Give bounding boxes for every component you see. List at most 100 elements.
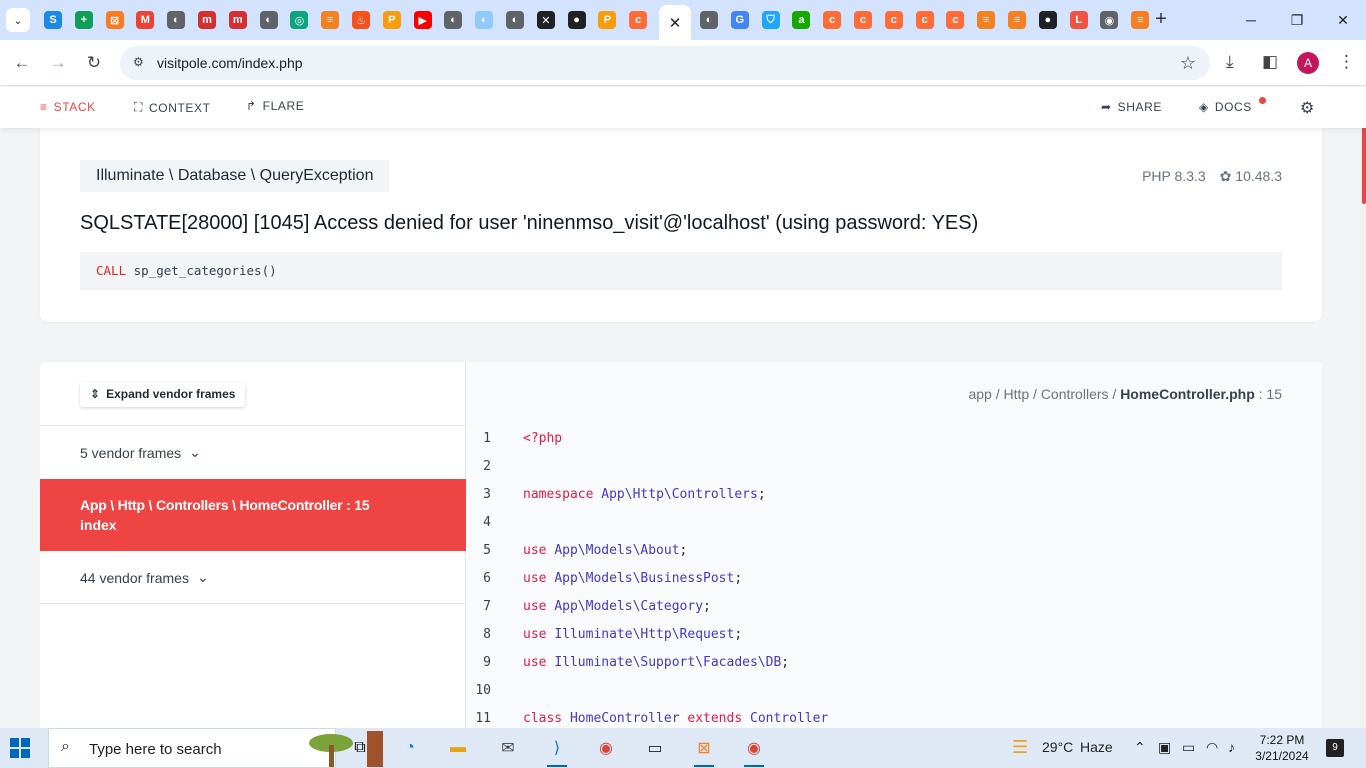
- share-button[interactable]: ➦ SHARE: [1101, 100, 1162, 114]
- youtube-icon[interactable]: ▶: [413, 11, 432, 29]
- xampp-icon[interactable]: ⊠: [690, 734, 718, 767]
- exception-card: Illuminate \ Database \ QueryException P…: [40, 128, 1322, 322]
- chrome-profile-icon[interactable]: ◉: [740, 734, 768, 767]
- x-icon[interactable]: ✕: [536, 11, 555, 29]
- file-explorer-icon[interactable]: ▬: [444, 734, 472, 762]
- profile-avatar[interactable]: A: [1297, 52, 1319, 74]
- menu-kebab-icon[interactable]: ⋮: [1338, 52, 1355, 72]
- terminal-icon[interactable]: ▭: [641, 734, 669, 762]
- close-tab-icon[interactable]: ✕: [669, 14, 682, 32]
- xampp-icon[interactable]: ⊠: [105, 11, 124, 29]
- phpmyadmin-icon[interactable]: P: [382, 11, 401, 29]
- new-tab-button[interactable]: +: [1151, 9, 1171, 29]
- docs-button[interactable]: ◈ DOCS: [1199, 100, 1252, 114]
- meet-now-icon[interactable]: ▣: [1158, 739, 1171, 756]
- weather-text[interactable]: Haze: [1080, 739, 1113, 755]
- stackoverflow-icon[interactable]: ≡: [321, 11, 340, 29]
- file-name: HomeController.php: [1120, 386, 1255, 402]
- google-icon[interactable]: G: [730, 11, 749, 29]
- chatgpt-icon[interactable]: ◎: [290, 11, 309, 29]
- list-icon: ≡: [40, 100, 48, 114]
- address-bar[interactable]: ⚙ visitpole.com/index.php ☆: [120, 46, 1210, 80]
- system-clock[interactable]: 7:22 PM 3/21/2024: [1252, 732, 1312, 764]
- upwork-icon[interactable]: a: [792, 11, 811, 29]
- forward-icon[interactable]: →: [46, 51, 70, 75]
- download-icon[interactable]: ⤓: [1226, 52, 1234, 72]
- makemytrip-icon[interactable]: m: [228, 11, 247, 29]
- code-text: use App\Models\About;: [523, 537, 687, 565]
- battery-icon[interactable]: ▭: [1182, 739, 1195, 756]
- settings-gear-icon[interactable]: ⚙: [1300, 98, 1315, 118]
- file-path[interactable]: app / Http / Controllers / HomeControlle…: [968, 386, 1282, 402]
- fire-icon[interactable]: ♨: [352, 11, 370, 29]
- nav-context[interactable]: ⛶ CONTEXT: [134, 100, 211, 115]
- weather-haze-icon[interactable]: ☰: [1012, 737, 1028, 758]
- site-info-icon[interactable]: ⚙: [133, 55, 144, 69]
- postman-icon[interactable]: c: [915, 11, 934, 29]
- vendor-frames-label: 44 vendor frames: [80, 569, 189, 586]
- line-number: 1: [483, 431, 491, 446]
- postman-icon[interactable]: c: [854, 11, 872, 29]
- postman-icon[interactable]: c: [823, 11, 842, 29]
- globe-icon[interactable]: ◐: [475, 11, 494, 29]
- chrome-icon[interactable]: ◉: [592, 734, 620, 762]
- code-text: use Illuminate\Http\Request;: [523, 621, 742, 649]
- url-text[interactable]: visitpole.com/index.php: [157, 55, 303, 71]
- back-icon[interactable]: ←: [10, 51, 34, 75]
- show-hidden-icons-chevron-icon[interactable]: ⌃: [1134, 739, 1146, 756]
- browser-tab-strip: ⌄ S + ⊠ M ◐ m m ◐ ◎ ≡ ♨ P ▶ ◐ ◐ ◐ ✕ ● Pc ✕ ◐ G ⛉ a c c c c c ≡ ≡ ● L ◉ ≡…: [0, 0, 1366, 40]
- vscode-icon[interactable]: ⟩: [543, 734, 571, 767]
- expand-vendor-frames-button[interactable]: ⇕ Expand vendor frames: [80, 382, 246, 407]
- vendor-frames-label: 5 vendor frames: [80, 444, 182, 461]
- github-icon[interactable]: ●: [1038, 11, 1057, 29]
- side-panel-icon[interactable]: ◧: [1262, 52, 1278, 72]
- reload-icon[interactable]: ↻: [82, 51, 106, 75]
- postman-icon[interactable]: c: [629, 11, 648, 29]
- stackoverflow-icon[interactable]: ≡: [1131, 11, 1150, 29]
- active-stack-frame[interactable]: App \ Http \ Controllers \ HomeControlle…: [40, 479, 466, 551]
- postman-icon[interactable]: c: [946, 11, 965, 29]
- laravel-icon[interactable]: L: [1069, 11, 1088, 29]
- phpmyadmin-icon[interactable]: P: [598, 11, 617, 29]
- volume-icon[interactable]: ♪: [1228, 739, 1235, 755]
- stackoverflow-icon[interactable]: ≡: [977, 11, 996, 29]
- notification-badge[interactable]: 9: [1326, 739, 1344, 757]
- postman-icon[interactable]: c: [884, 11, 903, 29]
- minimize-icon[interactable]: ─: [1236, 8, 1266, 32]
- code-text: <?php: [523, 425, 562, 453]
- gmail-icon[interactable]: M: [136, 11, 155, 29]
- vendor-frames-toggle-top[interactable]: 5 vendor frames ⌄: [80, 444, 201, 461]
- code-token: App\Http\Controllers: [601, 487, 758, 502]
- code-token: ;: [757, 487, 766, 502]
- task-view-icon[interactable]: ⧉: [346, 734, 374, 762]
- chrome-icon[interactable]: ◉: [1100, 11, 1119, 29]
- globe-icon[interactable]: ◐: [444, 11, 463, 29]
- nav-context-label: CONTEXT: [149, 100, 211, 115]
- globe-icon[interactable]: ◐: [700, 11, 718, 29]
- docs-label: DOCS: [1214, 100, 1252, 114]
- globe-icon[interactable]: ◐: [259, 11, 278, 29]
- github-icon[interactable]: ●: [567, 11, 586, 29]
- globe-icon[interactable]: ◐: [506, 11, 524, 29]
- nav-flare[interactable]: ↱ FLARE: [246, 99, 304, 113]
- wifi-icon[interactable]: ◠: [1206, 739, 1218, 756]
- sheets-icon[interactable]: +: [74, 11, 93, 29]
- edge-icon[interactable]: ◔: [396, 734, 424, 762]
- weather-temp[interactable]: 29°C: [1042, 739, 1073, 755]
- shield-icon[interactable]: ⛉: [761, 11, 780, 29]
- stackoverflow-icon[interactable]: ≡: [1008, 11, 1026, 29]
- globe-icon[interactable]: ◐: [167, 11, 186, 29]
- makemytrip-icon[interactable]: m: [198, 11, 216, 29]
- google-sheets-icon[interactable]: S: [44, 11, 62, 29]
- mail-icon[interactable]: ✉: [494, 734, 522, 762]
- close-window-icon[interactable]: ✕: [1328, 8, 1358, 32]
- restore-icon[interactable]: ❐: [1282, 8, 1312, 32]
- code-token: use: [523, 599, 555, 614]
- taskbar-search-box[interactable]: ⌕ Type here to search: [48, 728, 383, 768]
- tab-search-chevron-icon[interactable]: ⌄: [6, 8, 30, 32]
- bookmark-star-icon[interactable]: ☆: [1180, 53, 1196, 74]
- vendor-frames-toggle-bottom[interactable]: 44 vendor frames ⌄: [80, 569, 209, 586]
- nav-stack[interactable]: ≡ STACK: [40, 100, 96, 114]
- windows-start-icon[interactable]: [10, 738, 30, 758]
- active-tab[interactable]: ✕: [659, 5, 691, 40]
